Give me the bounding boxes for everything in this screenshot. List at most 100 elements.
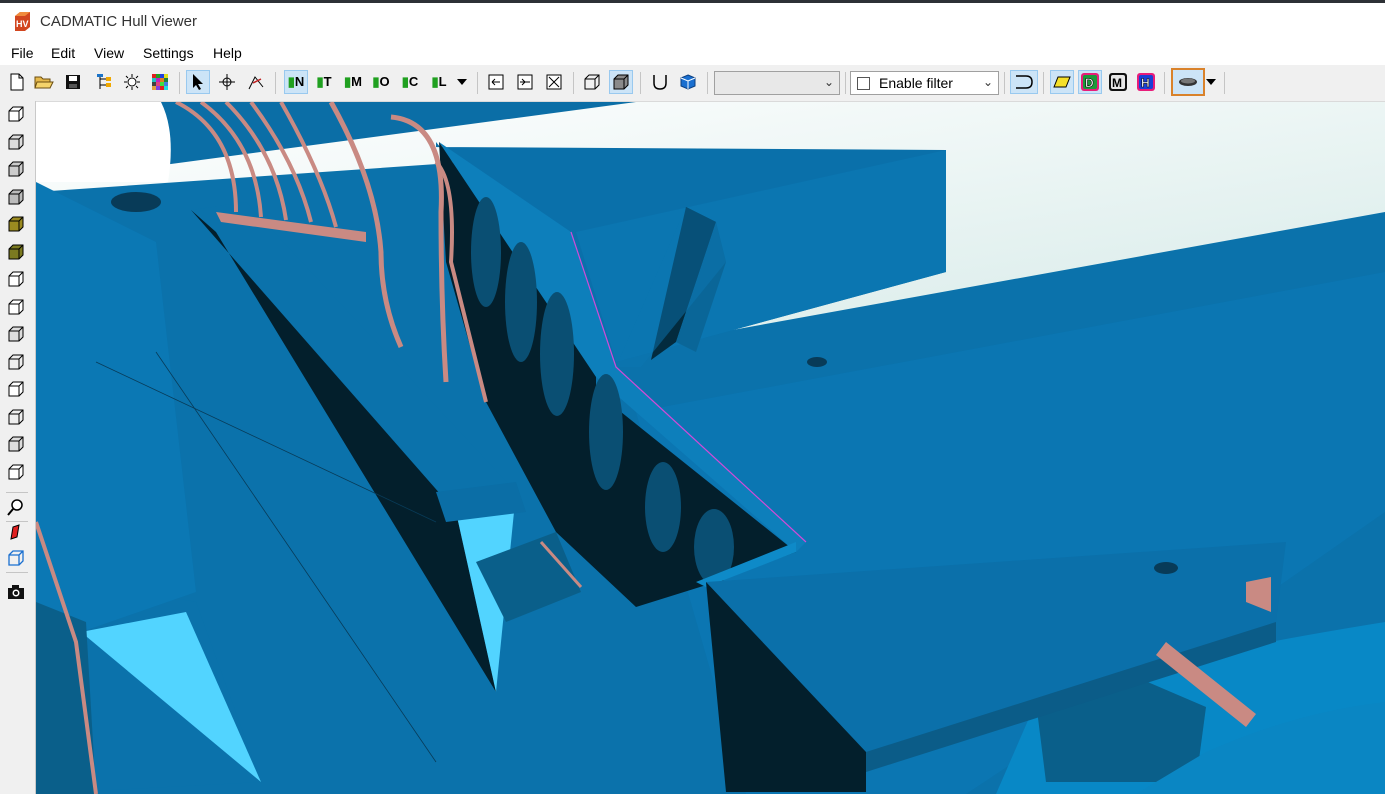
hole-display-button[interactable] <box>1171 68 1205 96</box>
display-d-button[interactable]: D <box>1078 70 1102 94</box>
view-cube-button[interactable] <box>5 406 27 428</box>
cube-icon <box>8 134 24 149</box>
display-h-button[interactable]: H <box>1134 70 1158 94</box>
red-plate-icon <box>10 524 20 540</box>
filter-c-button[interactable]: ▮C <box>398 70 422 94</box>
open-folder-icon <box>34 76 54 89</box>
chevron-down-icon: ⌄ <box>823 75 834 89</box>
point-tool-button[interactable] <box>215 70 239 94</box>
cube-icon <box>8 271 24 287</box>
menu-settings[interactable]: Settings <box>143 45 194 61</box>
shaded-button[interactable] <box>609 70 633 94</box>
blue-section-button[interactable] <box>5 547 27 569</box>
filter-n-button[interactable]: ▮N <box>284 70 308 94</box>
color-palette-button[interactable] <box>148 70 172 94</box>
view-cube-button[interactable] <box>5 268 27 290</box>
title-bar: HV CADMATIC Hull Viewer <box>0 3 1385 41</box>
sidebar-separator <box>6 492 28 493</box>
solid-view-button[interactable] <box>676 70 700 94</box>
cube-icon <box>8 436 24 452</box>
camera-icon <box>8 585 24 599</box>
red-section-button[interactable] <box>5 521 27 543</box>
3d-viewport[interactable] <box>36 102 1385 794</box>
filter-dropdown-button[interactable] <box>453 70 471 94</box>
cube-icon <box>8 216 24 232</box>
camera-button[interactable] <box>5 581 27 603</box>
toolbar-separator <box>845 72 846 94</box>
hull-model-render <box>36 102 1385 794</box>
toolbar-separator <box>573 72 574 94</box>
toolbar-separator <box>275 72 276 94</box>
view-cube-button[interactable] <box>5 461 27 483</box>
view-select-combo[interactable]: ⌄ <box>714 71 840 95</box>
center-button[interactable] <box>513 70 537 94</box>
dropdown-arrow-icon <box>1206 79 1216 85</box>
toolbar-separator <box>1004 72 1005 94</box>
previous-button[interactable] <box>484 70 508 94</box>
badge-h-icon: H <box>1137 73 1155 91</box>
save-disk-icon <box>66 75 80 89</box>
arrows-in-box-icon <box>517 74 533 90</box>
measure-tool-button[interactable] <box>244 70 268 94</box>
zoom-button[interactable] <box>5 496 27 518</box>
view-cube-button[interactable] <box>5 158 27 180</box>
toolbar-separator <box>179 72 180 94</box>
letter-m-icon: ▮M <box>344 74 362 89</box>
cube-icon <box>8 354 24 369</box>
menu-view[interactable]: View <box>94 45 124 61</box>
svg-text:D: D <box>1085 76 1094 90</box>
tree-button[interactable] <box>92 70 116 94</box>
section-view-button[interactable] <box>1010 70 1038 94</box>
clip-button[interactable] <box>648 70 672 94</box>
view-cube-button[interactable] <box>5 351 27 373</box>
view-cube-button[interactable] <box>5 378 27 400</box>
view-cube-button[interactable] <box>5 241 27 263</box>
view-cube-button[interactable] <box>5 323 27 345</box>
filter-m-button[interactable]: ▮M <box>341 70 365 94</box>
display-m-button[interactable]: M <box>1106 70 1130 94</box>
blue-cube-icon <box>680 74 696 90</box>
new-file-button[interactable] <box>5 70 29 94</box>
view-cube-button[interactable] <box>5 296 27 318</box>
toolbar-separator <box>477 72 478 94</box>
toolbar-separator <box>1224 72 1225 94</box>
menu-file[interactable]: File <box>11 45 34 61</box>
cube-icon <box>8 409 24 424</box>
view-cube-button[interactable] <box>5 433 27 455</box>
svg-text:H: H <box>1141 76 1150 90</box>
view-cube-button[interactable] <box>5 103 27 125</box>
window-title: CADMATIC Hull Viewer <box>40 13 197 30</box>
hole-ellipse-icon <box>1179 78 1197 86</box>
enable-filter-checkbox[interactable] <box>857 77 870 90</box>
fit-all-button[interactable] <box>542 70 566 94</box>
filter-t-button[interactable]: ▮T <box>312 70 336 94</box>
enable-filter-label: Enable filter <box>879 75 953 91</box>
view-cube-button[interactable] <box>5 213 27 235</box>
menu-edit[interactable]: Edit <box>51 45 75 61</box>
sidebar-separator <box>6 572 28 573</box>
cube-icon <box>8 326 24 342</box>
toolbar-separator <box>1164 72 1165 94</box>
yellow-plate-icon <box>1053 76 1071 88</box>
hole-dropdown-button[interactable] <box>1203 70 1219 94</box>
letter-t-icon: ▮T <box>316 74 332 89</box>
fit-box-icon <box>546 74 562 90</box>
open-file-button[interactable] <box>32 70 56 94</box>
tree-structure-icon <box>97 74 111 89</box>
plate-view-button[interactable] <box>1050 70 1074 94</box>
cube-icon <box>8 189 24 204</box>
save-button[interactable] <box>61 70 85 94</box>
menu-help[interactable]: Help <box>213 45 242 61</box>
measure-icon <box>248 76 264 90</box>
enable-filter-combo[interactable]: Enable filter ⌄ <box>850 71 999 95</box>
sun-icon <box>124 74 140 90</box>
wireframe-button[interactable] <box>580 70 604 94</box>
filter-o-button[interactable]: ▮O <box>369 70 393 94</box>
select-tool-button[interactable] <box>186 70 210 94</box>
view-cube-button[interactable] <box>5 131 27 153</box>
view-cube-button[interactable] <box>5 186 27 208</box>
filter-l-button[interactable]: ▮L <box>427 70 451 94</box>
crosshair-icon <box>219 74 235 90</box>
light-button[interactable] <box>120 70 144 94</box>
wireframe-cube-icon <box>584 74 600 90</box>
